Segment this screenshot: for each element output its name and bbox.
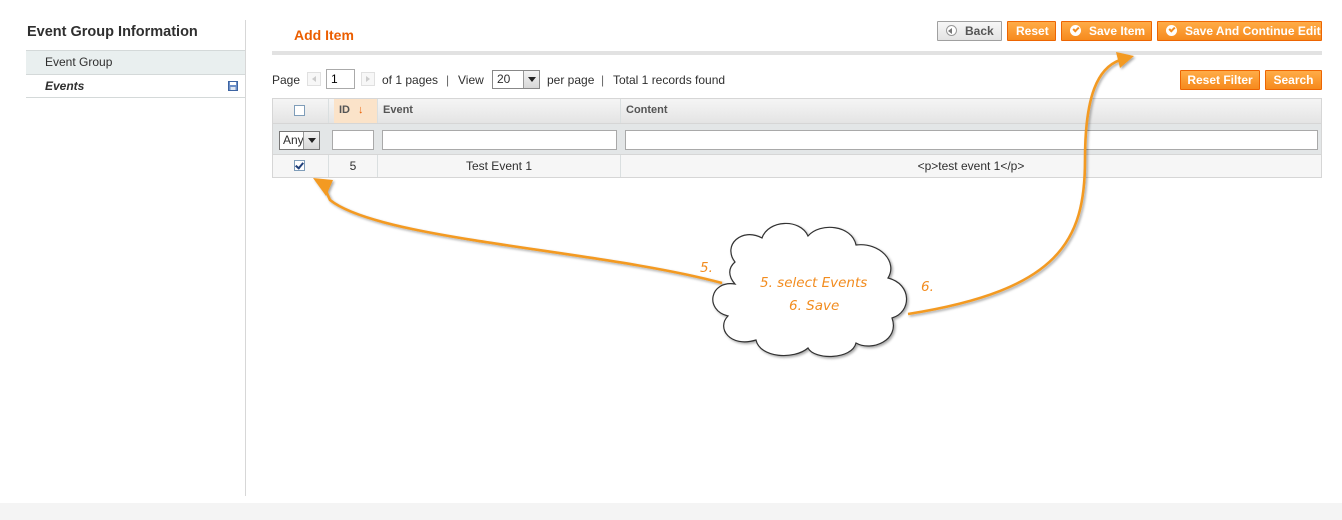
back-arrow-icon bbox=[946, 25, 957, 36]
column-header-event[interactable]: Event bbox=[378, 99, 621, 123]
page-footer-strip bbox=[0, 503, 1342, 520]
chevron-down-icon bbox=[523, 71, 539, 88]
grid-filter-row: Any bbox=[273, 124, 1321, 155]
page-number-input[interactable] bbox=[326, 69, 355, 89]
filter-any-value: Any bbox=[283, 133, 304, 147]
chevron-down-icon bbox=[303, 132, 319, 149]
checkbox-filter-select[interactable]: Any bbox=[279, 131, 320, 150]
per-page-label: per page bbox=[547, 73, 595, 87]
row-checkbox-cell bbox=[273, 155, 329, 177]
column-header-label: Event bbox=[383, 104, 413, 116]
column-header-id[interactable]: ID ↓ bbox=[334, 99, 378, 123]
floppy-disk-icon bbox=[228, 81, 238, 91]
save-and-continue-button[interactable]: Save And Continue Edit bbox=[1157, 21, 1322, 41]
select-all-checkbox[interactable] bbox=[294, 105, 305, 116]
reset-button-label: Reset bbox=[1016, 24, 1049, 38]
cell-event: Test Event 1 bbox=[378, 155, 621, 177]
arrow-to-checkbox bbox=[313, 178, 723, 285]
search-button-label: Search bbox=[1273, 73, 1314, 87]
cell-content: <p>test event 1</p> bbox=[917, 159, 1025, 173]
page-label: Page bbox=[272, 73, 301, 87]
event-filter-input[interactable] bbox=[382, 130, 617, 150]
column-header-content[interactable]: Content bbox=[621, 99, 1321, 123]
grid-header-row: ID ↓ Event Content bbox=[273, 99, 1321, 124]
sort-down-arrow-icon: ↓ bbox=[358, 104, 364, 116]
per-page-select[interactable]: 20 bbox=[492, 70, 540, 89]
sidebar-title: Event Group Information bbox=[27, 24, 198, 40]
checkmark-icon bbox=[1070, 25, 1081, 36]
sidebar-item-label: Event Group bbox=[45, 55, 113, 69]
sidebar-divider bbox=[245, 20, 246, 496]
back-button-label: Back bbox=[965, 24, 994, 38]
save-item-button[interactable]: Save Item bbox=[1061, 21, 1152, 41]
events-grid: ID ↓ Event Content Any 5 Test Event 1 <p>… bbox=[272, 98, 1322, 178]
view-label: View bbox=[458, 73, 484, 87]
content-filter-input[interactable] bbox=[625, 130, 1318, 150]
sidebar-item-label: Events bbox=[45, 79, 85, 93]
previous-page-icon[interactable] bbox=[307, 72, 321, 86]
cloud-text-line-1: 5. select Events bbox=[760, 275, 867, 291]
back-button[interactable]: Back bbox=[937, 21, 1002, 41]
pager-separator: | bbox=[601, 73, 605, 87]
save-and-continue-label: Save And Continue Edit bbox=[1185, 24, 1321, 38]
next-page-icon[interactable] bbox=[361, 72, 375, 86]
total-records-text: Total 1 records found bbox=[613, 73, 726, 87]
save-item-label: Save Item bbox=[1089, 24, 1146, 38]
cell-id: 5 bbox=[329, 155, 378, 177]
arrow-to-save-button bbox=[907, 52, 1134, 316]
checkmark-icon bbox=[1166, 25, 1177, 36]
per-page-value: 20 bbox=[497, 72, 511, 86]
step-6-label: 6. bbox=[921, 279, 934, 295]
reset-filter-button[interactable]: Reset Filter bbox=[1180, 70, 1260, 90]
search-button[interactable]: Search bbox=[1265, 70, 1322, 90]
reset-filter-label: Reset Filter bbox=[1187, 73, 1253, 87]
header-checkbox-cell bbox=[273, 99, 329, 123]
step-5-label: 5. bbox=[700, 260, 713, 276]
column-header-label: ID bbox=[339, 104, 350, 116]
sidebar-item-event-group[interactable]: Event Group bbox=[26, 50, 246, 74]
table-row[interactable]: 5 Test Event 1 <p>test event 1</p> bbox=[273, 155, 1321, 177]
pager-separator: | bbox=[446, 73, 450, 87]
column-header-label: Content bbox=[626, 104, 668, 116]
sidebar: Event Group Information Event Group Even… bbox=[26, 20, 246, 98]
of-pages-text: of 1 pages bbox=[382, 73, 439, 87]
speech-cloud bbox=[712, 222, 908, 358]
row-checkbox[interactable] bbox=[294, 160, 305, 171]
reset-button[interactable]: Reset bbox=[1007, 21, 1056, 41]
cloud-text-line-2: 6. Save bbox=[789, 298, 839, 314]
id-filter-input[interactable] bbox=[332, 130, 374, 150]
page-title: Add Item bbox=[294, 27, 354, 43]
sidebar-item-events[interactable]: Events bbox=[26, 74, 246, 98]
